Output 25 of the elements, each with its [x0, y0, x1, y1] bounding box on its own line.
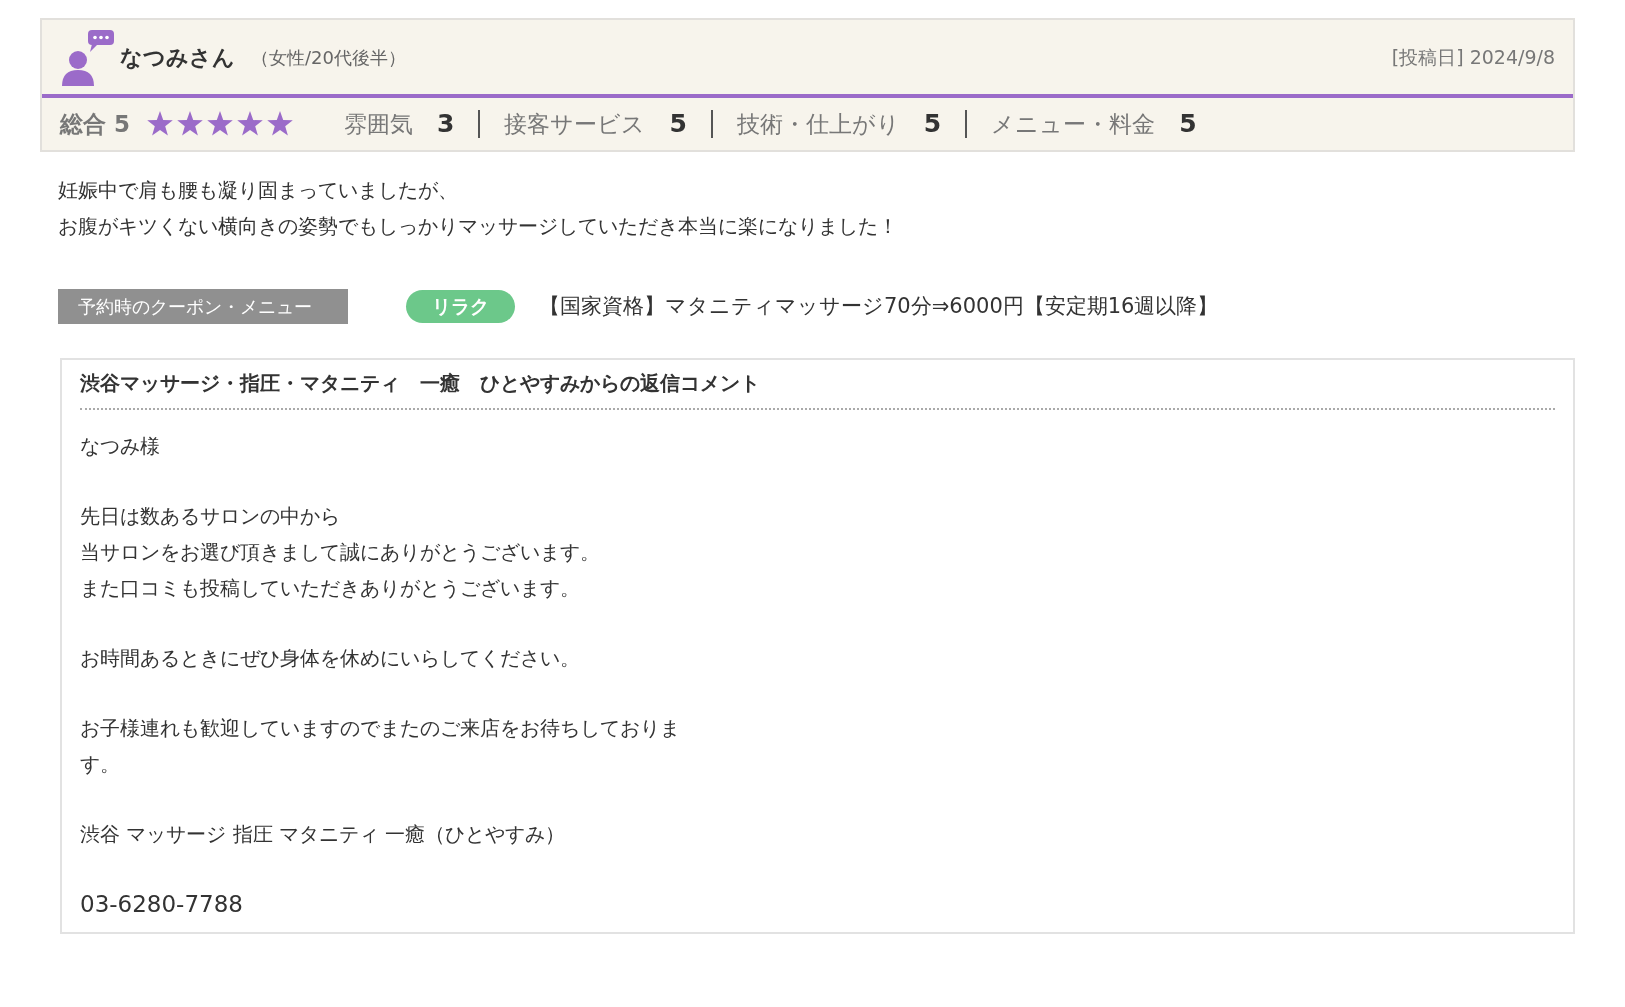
overall-label: 総合 [60, 109, 106, 139]
rating-label: 接客サービス [504, 109, 646, 139]
reply-paragraph: お時間あるときにぜひ身体を休めにいらしてください。 [80, 645, 581, 672]
rating-label: 技術・仕上がり [736, 109, 900, 139]
reviewer-attributes: （女性/20代後半） [251, 45, 406, 70]
post-date: [投稿日] 2024/9/8 [1391, 44, 1555, 70]
reply-paragraph: なつみ様 [80, 433, 161, 460]
reply-paragraph: お子様連れも歓迎していますのでまたのご来店をお待ちしておりま す。 [80, 715, 681, 778]
rating-label: 雰囲気 [344, 109, 413, 139]
reply-paragraph: 先日は数あるサロンの中から 当サロンをお選び頂きまして誠にありがとうございます。 また口コミも投稿していただきありがとうございます。 [80, 503, 601, 602]
reviewer-name: なつみさん [120, 43, 235, 72]
reply-title: 渋谷マッサージ・指圧・マタニティ 一癒 ひとやすみからの返信コメント [80, 368, 1555, 410]
reply-paragraph: 渋谷 マッサージ 指圧 マタニティ 一癒（ひとやすみ） [80, 821, 567, 848]
overall-score: 5 [114, 109, 130, 139]
coupon-menu-title: 【国家資格】マタニティマッサージ70分⇒6000円【安定期16週以降】 [539, 292, 1219, 320]
phone-number: 03-6280-7788 [80, 890, 244, 919]
user-comment-icon [60, 28, 116, 86]
review-text: 妊娠中で肩も腰も凝り固まっていましたが、 お腹がキツくない横向きの姿勢でもしっかりマッサージしていただき本当に楽になりました！ [58, 177, 899, 240]
rating-label: メニュー・料金 [991, 109, 1156, 139]
category-tag: リラク [406, 290, 515, 323]
rating-score: 5 [669, 108, 687, 141]
rating-score: 5 [923, 108, 942, 141]
rating-score: 3 [437, 108, 455, 141]
rating-score: 5 [1179, 108, 1197, 141]
coupon-label: 予約時のクーポン・メニュー [58, 289, 348, 324]
